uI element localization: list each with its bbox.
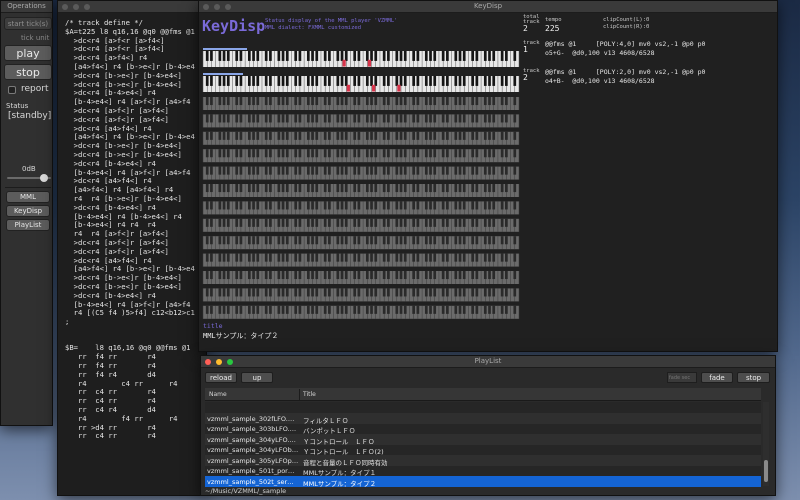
volume-label: 0dB [22, 165, 36, 173]
playlist-row[interactable]: vzmml_sample_305yLFOp… 音程と音量のＬＦＯ同時有効 [205, 454, 761, 467]
idle-track-keyboard [202, 97, 520, 110]
playlist-rows: vzmml_sample_302fLFO.… フィルタＬＦＯ vzmml_sampl… [205, 402, 761, 488]
divider [5, 187, 51, 188]
tick-unit-label[interactable]: tick unit [21, 34, 49, 42]
playlist-row[interactable]: vzmml_sample_303bLFO.… バンポットＬＦＯ [205, 423, 761, 435]
keydisp-titlebar[interactable]: KeyDisp [199, 1, 777, 13]
playlist-folder-path: ~/Music/VZMML/_sample [205, 487, 287, 495]
mml-button[interactable]: MML [6, 191, 50, 203]
active-track-keyboard [202, 76, 520, 92]
playlist-row[interactable]: vzmml_sample_304yLFO.… Ｙコントロール ＬＦＯ [205, 433, 761, 446]
idle-track-keyboard [202, 184, 520, 197]
playlist-row-name: vzmml_sample_303bLFO.… [207, 425, 297, 433]
song-title: MMLサンプル：タイプ２ [203, 332, 279, 340]
idle-track-keyboard [202, 114, 520, 128]
column-divider [299, 389, 300, 400]
idle-track-keyboard [202, 201, 520, 215]
stop-button[interactable]: stop [4, 64, 52, 80]
volume-slider-knob[interactable] [40, 174, 49, 182]
active-track-keyboard [202, 51, 520, 67]
playlist-row[interactable]: vzmml_sample_501t_por… MMLサンプル：タイプ１ [205, 465, 761, 477]
keydisp-window: KeyDisp KeyDisp Status display of the MM… [198, 0, 778, 352]
mml-source-text[interactable]: /* track define */ $A=t225 l8 q16,16 @q0… [65, 18, 195, 441]
keydisp-button[interactable]: KeyDisp [6, 205, 50, 217]
idle-track-keyboard [202, 236, 520, 250]
idle-track-keyboard [202, 218, 520, 232]
play-button[interactable]: play [4, 45, 52, 61]
editor-titlebar[interactable] [58, 1, 206, 13]
operations-titlebar[interactable]: Operations [1, 1, 52, 13]
playlist-row[interactable]: vzmml_sample_302fLFO.… フィルタＬＦＯ [205, 412, 761, 425]
idle-track-keyboard [202, 305, 520, 319]
playlist-row-name: vzmml_sample_304yLFO.… [207, 435, 296, 444]
playlist-window: PlayList reload up fade stop Name Title … [200, 355, 776, 496]
close-icon[interactable] [62, 4, 68, 10]
idle-track-keyboard [202, 253, 520, 267]
track-level-bar [203, 48, 247, 50]
column-header-name[interactable]: Name [209, 391, 227, 398]
playlist-row-name: vzmml_sample_304yLFOb… [207, 446, 299, 454]
idle-track-keyboard [202, 149, 520, 163]
operations-window-title: Operations [7, 2, 46, 10]
stop-playlist-button[interactable]: stop [737, 372, 770, 383]
playlist-button[interactable]: PlayList [6, 219, 50, 231]
playlist-row[interactable]: vzmml_sample_502t_ser… MMLサンプル：タイプ２ [205, 475, 761, 488]
column-header-title[interactable]: Title [303, 391, 316, 398]
idle-track-keyboard [202, 271, 520, 284]
idle-track-keyboard [202, 166, 520, 180]
playlist-row[interactable] [205, 402, 761, 413]
minimize-icon[interactable] [73, 4, 79, 10]
playlist-titlebar[interactable]: PlayList [201, 356, 775, 368]
playlist-header: Name Title [205, 388, 761, 401]
keyboard-display [202, 48, 520, 319]
mml-editor-window: /* track define */ $A=t225 l8 q16,16 @q0… [57, 0, 207, 496]
status-value: [standby] [8, 111, 52, 121]
playlist-row-name: vzmml_sample_305yLFOp… [207, 456, 299, 465]
playlist-row-name: vzmml_sample_302fLFO.… [207, 414, 295, 423]
reload-button[interactable]: reload [205, 372, 237, 383]
report-checkbox[interactable] [8, 86, 16, 94]
playlist-scrollbar[interactable] [763, 402, 769, 486]
fade-seconds-input[interactable] [667, 372, 697, 383]
fade-button[interactable]: fade [701, 372, 733, 383]
status-label: Status [6, 102, 29, 110]
window-controls [62, 4, 90, 10]
scrollbar-thumb[interactable] [764, 460, 768, 482]
zoom-icon[interactable] [84, 4, 90, 10]
playlist-window-title: PlayList [474, 357, 502, 365]
report-label: report [21, 84, 49, 94]
up-button[interactable]: up [241, 372, 273, 383]
start-ticks-field[interactable]: start tick(s) [4, 17, 52, 30]
idle-track-keyboard [202, 288, 520, 302]
idle-track-keyboard [202, 131, 520, 145]
playlist-row-name: vzmml_sample_501t_por… [207, 467, 295, 475]
keydisp-content: KeyDisp Status display of the MML player… [199, 13, 777, 351]
playlist-row-name: vzmml_sample_502t_ser… [207, 477, 294, 486]
playlist-row-title: MMLサンプル：タイプ２ [303, 479, 377, 488]
operations-window: Operations start tick(s) tick unit play … [0, 0, 53, 426]
playlist-row[interactable]: vzmml_sample_304yLFOb… Ｙコントロール ＬＦＯ(2) [205, 444, 761, 456]
volume-slider-track[interactable] [7, 174, 51, 182]
track-level-bar [203, 73, 243, 75]
title-label: title [203, 322, 223, 330]
keydisp-window-title: KeyDisp [473, 2, 503, 10]
